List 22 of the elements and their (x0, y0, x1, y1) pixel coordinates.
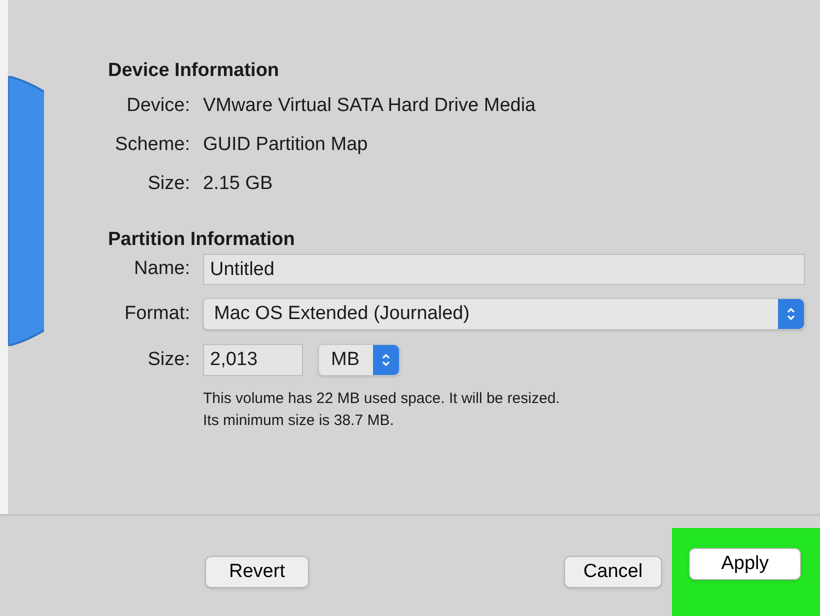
dialog-button[interactable]: Apply (689, 548, 801, 580)
section-heading: Partition Information (108, 228, 296, 252)
field-label: Size: (146, 348, 190, 372)
field-label: Scheme: (114, 132, 190, 157)
field-label: Device: (126, 94, 190, 118)
chevrons-icon (381, 352, 391, 368)
dialog-button[interactable]: Cancel (564, 556, 662, 588)
field-value: GUID Partition Map (203, 132, 368, 157)
dialog-button[interactable]: Revert (205, 556, 309, 588)
format-dropdown[interactable]: Mac OS Extended (Journaled) (203, 298, 805, 330)
chevrons-icon (786, 306, 796, 322)
info-text: This volume has 22 MB used space. It will be resized. (203, 389, 561, 409)
field-label: Format: (124, 302, 190, 326)
section-heading: Device Information (108, 59, 280, 83)
info-text: Its minimum size is 38.7 MB. (203, 411, 395, 431)
field-value: VMware Virtual SATA Hard Drive Media (203, 94, 536, 118)
field-label: Size: (146, 172, 190, 196)
name-field[interactable]: Untitled (203, 254, 805, 285)
field-label: Name: (133, 257, 190, 282)
size-field[interactable]: 2,013 (203, 344, 303, 376)
unit-dropdown[interactable]: MB (318, 344, 400, 376)
field-value: 2.15 GB (203, 172, 273, 196)
